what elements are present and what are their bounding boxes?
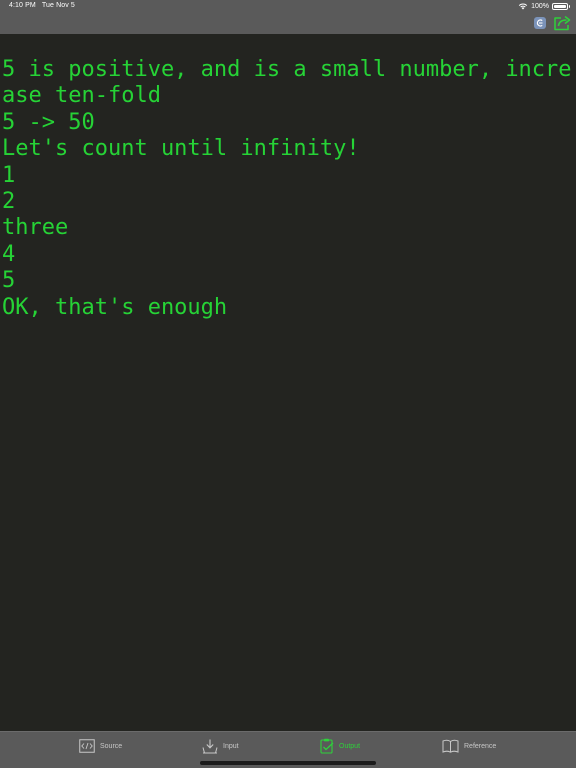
output-line: Let's count until infinity! xyxy=(2,136,360,162)
status-date: Tue Nov 5 xyxy=(41,2,75,9)
wifi-icon xyxy=(518,3,528,10)
share-button[interactable] xyxy=(553,15,571,31)
battery-percent: 100% xyxy=(531,2,549,10)
clear-console-button[interactable] xyxy=(534,17,546,29)
output-line: 1 xyxy=(2,162,16,188)
clipboard-check-icon xyxy=(320,738,334,754)
output-line: 5 is positive, and is a small number, in… xyxy=(2,57,572,82)
status-time-date: 4:10 PM Tue Nov 5 xyxy=(9,2,75,9)
output-line: 2 xyxy=(2,188,16,214)
top-bar: 4:10 PM Tue Nov 5 100% xyxy=(0,0,576,34)
tab-input-label: Input xyxy=(223,742,239,750)
code-icon xyxy=(79,739,95,753)
tab-output[interactable]: Output xyxy=(320,737,360,755)
output-line: 4 xyxy=(2,241,16,267)
status-time: 4:10 PM xyxy=(9,2,36,9)
download-tray-icon xyxy=(202,739,218,753)
tab-reference[interactable]: Reference xyxy=(442,737,496,755)
book-icon xyxy=(442,739,459,753)
output-line: three xyxy=(2,215,69,241)
console-output: 5 is positive, and is a small number, in… xyxy=(2,57,574,321)
battery-icon xyxy=(552,2,570,10)
status-indicators: 100% xyxy=(518,1,570,11)
tab-input[interactable]: Input xyxy=(202,737,239,755)
output-line: ase ten-fold xyxy=(2,83,161,109)
app-screen: 4:10 PM Tue Nov 5 100% 5 is positive, an… xyxy=(0,0,576,768)
tab-bar: Source Input Output Reference xyxy=(0,731,576,768)
battery-level xyxy=(554,4,566,8)
tab-source[interactable]: Source xyxy=(79,737,122,755)
clear-console-icon xyxy=(536,19,543,27)
output-line: 5 -> 50 xyxy=(2,109,95,135)
share-icon xyxy=(554,15,571,31)
tab-reference-label: Reference xyxy=(464,742,497,750)
tab-source-label: Source xyxy=(100,742,123,750)
output-line: 5 xyxy=(2,268,16,294)
tab-output-label: Output xyxy=(339,742,361,750)
output-line: OK, that's enough xyxy=(2,294,228,320)
home-indicator xyxy=(200,761,376,765)
